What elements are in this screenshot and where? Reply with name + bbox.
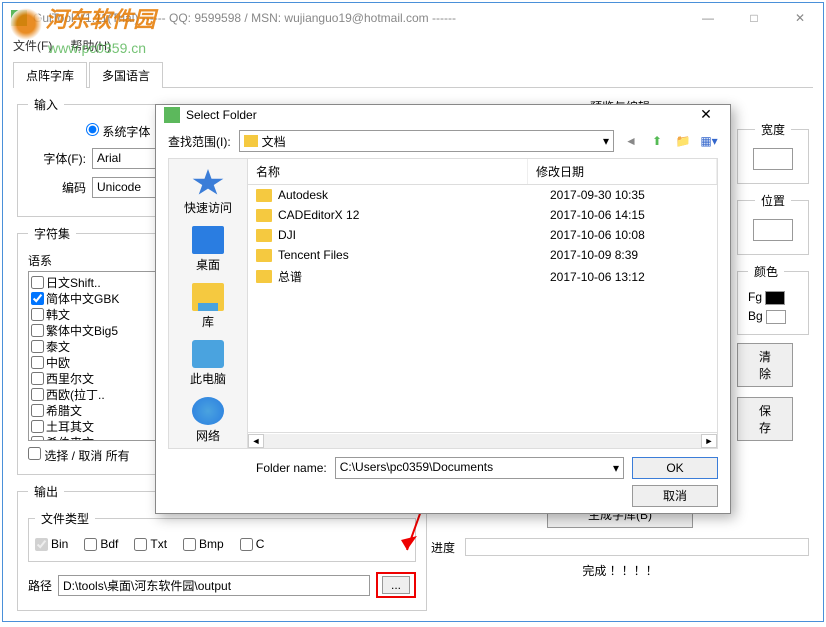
app-icon bbox=[11, 10, 27, 26]
lang-check-6[interactable] bbox=[31, 372, 44, 385]
clear-button[interactable]: 清除 bbox=[737, 343, 793, 387]
language-listbox[interactable]: 日文Shift.. 简体中文GBK 韩文 繁体中文Big5 泰文 中欧 西里尔文… bbox=[28, 271, 158, 441]
save-button[interactable]: 保存 bbox=[737, 397, 793, 441]
done-label: 完成 ！！！！ bbox=[431, 562, 809, 579]
tab-bitmap-font[interactable]: 点阵字库 bbox=[13, 62, 87, 88]
sysfont-label: 系统字体 bbox=[102, 125, 150, 139]
ok-button[interactable]: OK bbox=[632, 457, 718, 479]
place-library[interactable]: 库 bbox=[169, 279, 247, 334]
places-bar: 快速访问 桌面 库 此电脑 网络 bbox=[168, 158, 248, 449]
lang-check-0[interactable] bbox=[31, 276, 44, 289]
maximize-button[interactable]: □ bbox=[731, 3, 777, 33]
file-list-header: 名称 修改日期 bbox=[248, 159, 717, 185]
menu-file[interactable]: 文件(F) bbox=[13, 37, 52, 54]
lang-check-2[interactable] bbox=[31, 308, 44, 321]
col-name[interactable]: 名称 bbox=[248, 159, 528, 184]
file-list: 名称 修改日期 Autodesk2017-09-30 10:35 CADEdit… bbox=[248, 158, 718, 449]
file-row[interactable]: 总谱2017-10-06 13:12 bbox=[248, 265, 717, 288]
lang-check-10[interactable] bbox=[31, 436, 44, 442]
place-quick[interactable]: 快速访问 bbox=[169, 165, 247, 220]
foldername-label: Folder name: bbox=[256, 461, 327, 475]
lang-check-8[interactable] bbox=[31, 404, 44, 417]
lang-label: 语系 bbox=[28, 252, 158, 269]
minimize-button[interactable]: — bbox=[685, 3, 731, 33]
horizontal-scrollbar[interactable]: ◄ ► bbox=[248, 432, 717, 448]
dialog-titlebar: Select Folder ✕ bbox=[156, 105, 730, 124]
output-legend: 输出 bbox=[28, 483, 64, 500]
lang-check-7[interactable] bbox=[31, 388, 44, 401]
sysfont-radio[interactable] bbox=[86, 123, 99, 136]
bdf-check[interactable] bbox=[84, 538, 97, 551]
folder-icon bbox=[256, 249, 272, 262]
path-input[interactable] bbox=[58, 575, 370, 596]
select-all-label: 选择 / 取消 所有 bbox=[44, 449, 129, 463]
lookin-combo[interactable]: 文档 bbox=[239, 130, 614, 152]
menu-help[interactable]: 帮助(H) bbox=[70, 37, 111, 54]
place-network[interactable]: 网络 bbox=[169, 393, 247, 448]
bmp-check[interactable] bbox=[183, 538, 196, 551]
titlebar: GuiTool V1.11(Trial) ------ QQ: 9599598 … bbox=[3, 3, 823, 33]
c-check[interactable] bbox=[240, 538, 253, 551]
dialog-title: Select Folder bbox=[186, 108, 690, 122]
file-row[interactable]: Tencent Files2017-10-09 8:39 bbox=[248, 245, 717, 265]
lang-check-1[interactable] bbox=[31, 292, 44, 305]
lang-check-3[interactable] bbox=[31, 324, 44, 337]
font-label: 字体(F): bbox=[28, 150, 86, 167]
col-date[interactable]: 修改日期 bbox=[528, 159, 717, 184]
place-desktop[interactable]: 桌面 bbox=[169, 222, 247, 277]
dialog-icon bbox=[164, 107, 180, 123]
cancel-button[interactable]: 取消 bbox=[632, 485, 718, 507]
select-all-check[interactable] bbox=[28, 447, 41, 460]
file-row[interactable]: DJI2017-10-06 10:08 bbox=[248, 225, 717, 245]
file-row[interactable]: Autodesk2017-09-30 10:35 bbox=[248, 185, 717, 205]
folder-icon bbox=[256, 270, 272, 283]
tab-multilang[interactable]: 多国语言 bbox=[89, 62, 163, 88]
lang-check-5[interactable] bbox=[31, 356, 44, 369]
browse-button-highlight: ... bbox=[376, 572, 416, 598]
lookin-label: 查找范围(I): bbox=[168, 133, 231, 150]
bg-swatch[interactable] bbox=[766, 310, 786, 324]
scroll-right-icon[interactable]: ► bbox=[701, 434, 717, 448]
tabs: 点阵字库 多国语言 bbox=[13, 61, 813, 88]
txt-check[interactable] bbox=[134, 538, 147, 551]
path-label: 路径 bbox=[28, 577, 52, 594]
folder-icon bbox=[256, 209, 272, 222]
folder-icon bbox=[256, 229, 272, 242]
up-icon[interactable]: ⬆ bbox=[648, 132, 666, 150]
lang-check-9[interactable] bbox=[31, 420, 44, 433]
lang-check-4[interactable] bbox=[31, 340, 44, 353]
browse-button[interactable]: ... bbox=[382, 576, 410, 594]
menubar: 文件(F) 帮助(H) bbox=[3, 33, 823, 57]
select-folder-dialog: Select Folder ✕ 查找范围(I): 文档 ◄ ⬆ 📁 ▦▾ 快速访… bbox=[155, 104, 731, 514]
view-icon[interactable]: ▦▾ bbox=[700, 132, 718, 150]
newfolder-icon[interactable]: 📁 bbox=[674, 132, 692, 150]
filetype-legend: 文件类型 bbox=[35, 510, 95, 527]
folder-icon bbox=[244, 135, 258, 147]
progress-bar bbox=[465, 538, 809, 556]
input-legend: 输入 bbox=[28, 96, 64, 113]
bin-check bbox=[35, 538, 48, 551]
close-button[interactable]: ✕ bbox=[777, 3, 823, 33]
file-row[interactable]: CADEditorX 122017-10-06 14:15 bbox=[248, 205, 717, 225]
color-group: 颜色 Fg Bg bbox=[737, 263, 809, 335]
width-group: 宽度 bbox=[737, 121, 809, 184]
folder-icon bbox=[256, 189, 272, 202]
fg-swatch[interactable] bbox=[765, 291, 785, 305]
back-icon[interactable]: ◄ bbox=[622, 132, 640, 150]
place-thispc[interactable]: 此电脑 bbox=[169, 336, 247, 391]
scroll-left-icon[interactable]: ◄ bbox=[248, 434, 264, 448]
dialog-close-button[interactable]: ✕ bbox=[690, 106, 722, 123]
encoding-label: 编码 bbox=[28, 179, 86, 196]
progress-label: 进度 bbox=[431, 539, 455, 556]
width-box[interactable] bbox=[753, 148, 793, 170]
foldername-input[interactable]: C:\Users\pc0359\Documents bbox=[335, 457, 624, 479]
position-box[interactable] bbox=[753, 219, 793, 241]
position-group: 位置 bbox=[737, 192, 809, 255]
window-title: GuiTool V1.11(Trial) ------ QQ: 9599598 … bbox=[33, 11, 685, 25]
charset-legend: 字符集 bbox=[28, 225, 76, 242]
